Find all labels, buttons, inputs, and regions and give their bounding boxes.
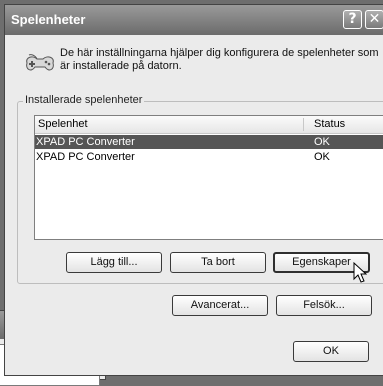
advanced-button[interactable]: Avancerat... bbox=[172, 295, 268, 316]
troubleshoot-button[interactable]: Felsök... bbox=[276, 295, 372, 316]
remove-button[interactable]: Ta bort bbox=[170, 252, 266, 273]
list-item[interactable]: XPAD PC Converter OK bbox=[35, 150, 383, 164]
close-button[interactable]: ✕ bbox=[365, 10, 383, 29]
device-list[interactable]: Spelenhet Status XPAD PC Converter OK XP… bbox=[34, 115, 383, 240]
cursor-pointer-icon bbox=[353, 261, 368, 284]
gamepad-icon bbox=[23, 53, 57, 75]
help-button[interactable]: ? bbox=[343, 10, 362, 29]
add-button[interactable]: Lägg till... bbox=[66, 252, 162, 273]
dialog-titlebar: Spelenheter bbox=[5, 5, 383, 35]
list-header: Spelenhet Status bbox=[35, 116, 383, 134]
description-text: De här inställningarna hjälper dig konfi… bbox=[60, 47, 379, 72]
ok-button[interactable]: OK bbox=[293, 341, 369, 362]
device-name: XPAD PC Converter bbox=[36, 136, 135, 148]
game-controllers-dialog: Spelenheter ? ✕ De här inställningarna h… bbox=[4, 4, 383, 376]
list-item[interactable]: XPAD PC Converter OK bbox=[35, 135, 383, 149]
device-name: XPAD PC Converter bbox=[36, 151, 135, 163]
column-header-device[interactable]: Spelenhet bbox=[38, 118, 88, 130]
device-status: OK bbox=[314, 136, 330, 148]
installed-devices-label: Installerade spelenheter bbox=[23, 94, 145, 106]
column-header-status[interactable]: Status bbox=[314, 118, 345, 130]
column-divider bbox=[303, 118, 304, 131]
dialog-title: Spelenheter bbox=[11, 12, 86, 27]
device-status: OK bbox=[314, 151, 330, 163]
